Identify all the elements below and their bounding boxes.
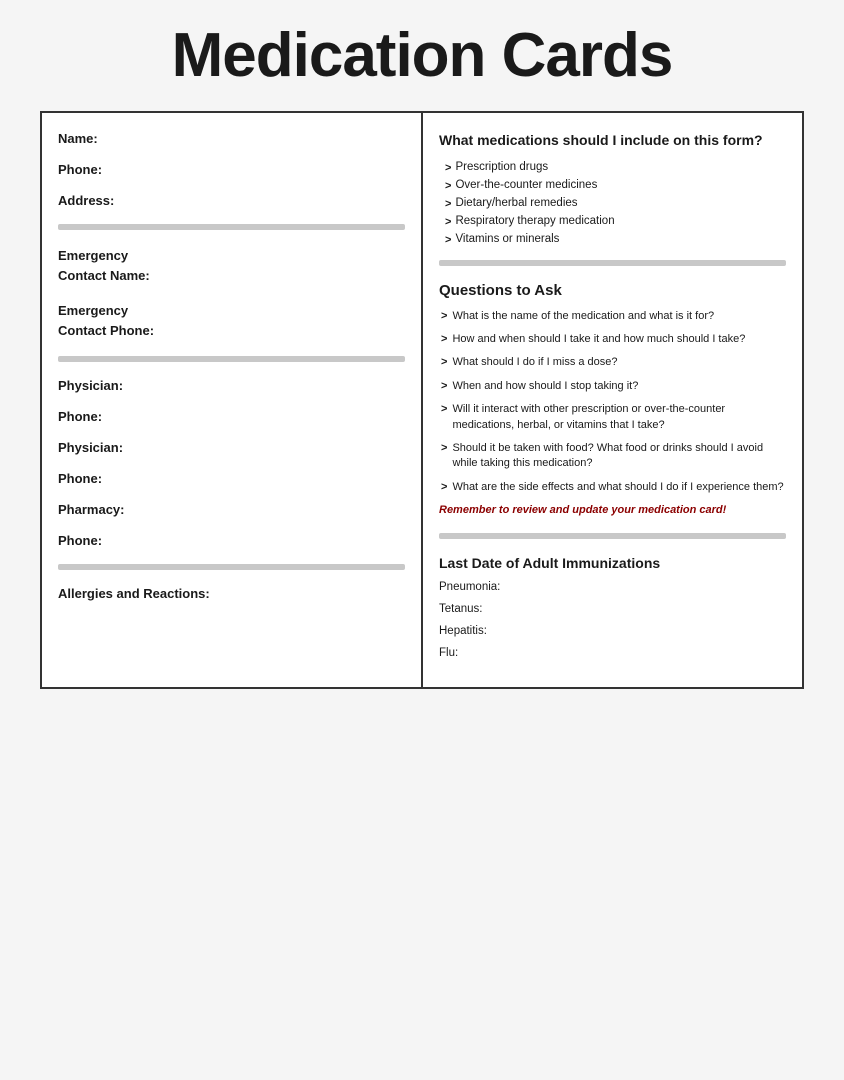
phone-label: Phone: <box>58 162 405 177</box>
emergency-contact-name: EmergencyContact Name: <box>58 246 405 285</box>
immun-item: Pneumonia: <box>439 581 786 593</box>
question-item: > What are the side effects and what sho… <box>439 480 786 495</box>
divider-2 <box>58 356 405 362</box>
immun-item: Tetanus: <box>439 603 786 615</box>
question-item: > Should it be taken with food? What foo… <box>439 441 786 472</box>
question-item: > What should I do if I miss a dose? <box>439 355 786 370</box>
physician2-label: Physician: <box>58 440 405 455</box>
immun-item: Flu: <box>439 647 786 659</box>
pharmacy-phone-label: Phone: <box>58 533 405 548</box>
divider-right-2 <box>439 533 786 539</box>
right-card: What medications should I include on thi… <box>421 111 804 689</box>
what-meds-list: > Prescription drugs > Over-the-counter … <box>439 161 786 246</box>
physician1-label: Physician: <box>58 378 405 393</box>
question-item: > What is the name of the medication and… <box>439 309 786 324</box>
left-card: Name: Phone: Address: EmergencyContact N… <box>40 111 423 689</box>
list-item: > Over-the-counter medicines <box>439 179 786 192</box>
question-item: > Will it interact with other prescripti… <box>439 402 786 433</box>
divider-1 <box>58 224 405 230</box>
page-title: Medication Cards <box>172 20 673 91</box>
question-item: > When and how should I stop taking it? <box>439 379 786 394</box>
reminder-text: Remember to review and update your medic… <box>439 503 786 518</box>
address-label: Address: <box>58 193 405 208</box>
immun-item: Hepatitis: <box>439 625 786 637</box>
divider-3 <box>58 564 405 570</box>
immunizations-list: Pneumonia: Tetanus: Hepatitis: Flu: <box>439 581 786 659</box>
list-item: > Prescription drugs <box>439 161 786 174</box>
questions-heading: Questions to Ask <box>439 282 786 299</box>
name-label: Name: <box>58 131 405 146</box>
immunizations-heading: Last Date of Adult Immunizations <box>439 555 786 571</box>
questions-list: > What is the name of the medication and… <box>439 309 786 496</box>
list-item: > Vitamins or minerals <box>439 233 786 246</box>
what-meds-heading: What medications should I include on thi… <box>439 131 786 151</box>
cards-container: Name: Phone: Address: EmergencyContact N… <box>40 111 804 689</box>
divider-right-1 <box>439 260 786 266</box>
list-item: > Respiratory therapy medication <box>439 215 786 228</box>
physician2-phone-label: Phone: <box>58 471 405 486</box>
list-item: > Dietary/herbal remedies <box>439 197 786 210</box>
allergies-label: Allergies and Reactions: <box>58 586 405 601</box>
pharmacy-label: Pharmacy: <box>58 502 405 517</box>
emergency-contact-phone: EmergencyContact Phone: <box>58 301 405 340</box>
physician1-phone-label: Phone: <box>58 409 405 424</box>
question-item: > How and when should I take it and how … <box>439 332 786 347</box>
